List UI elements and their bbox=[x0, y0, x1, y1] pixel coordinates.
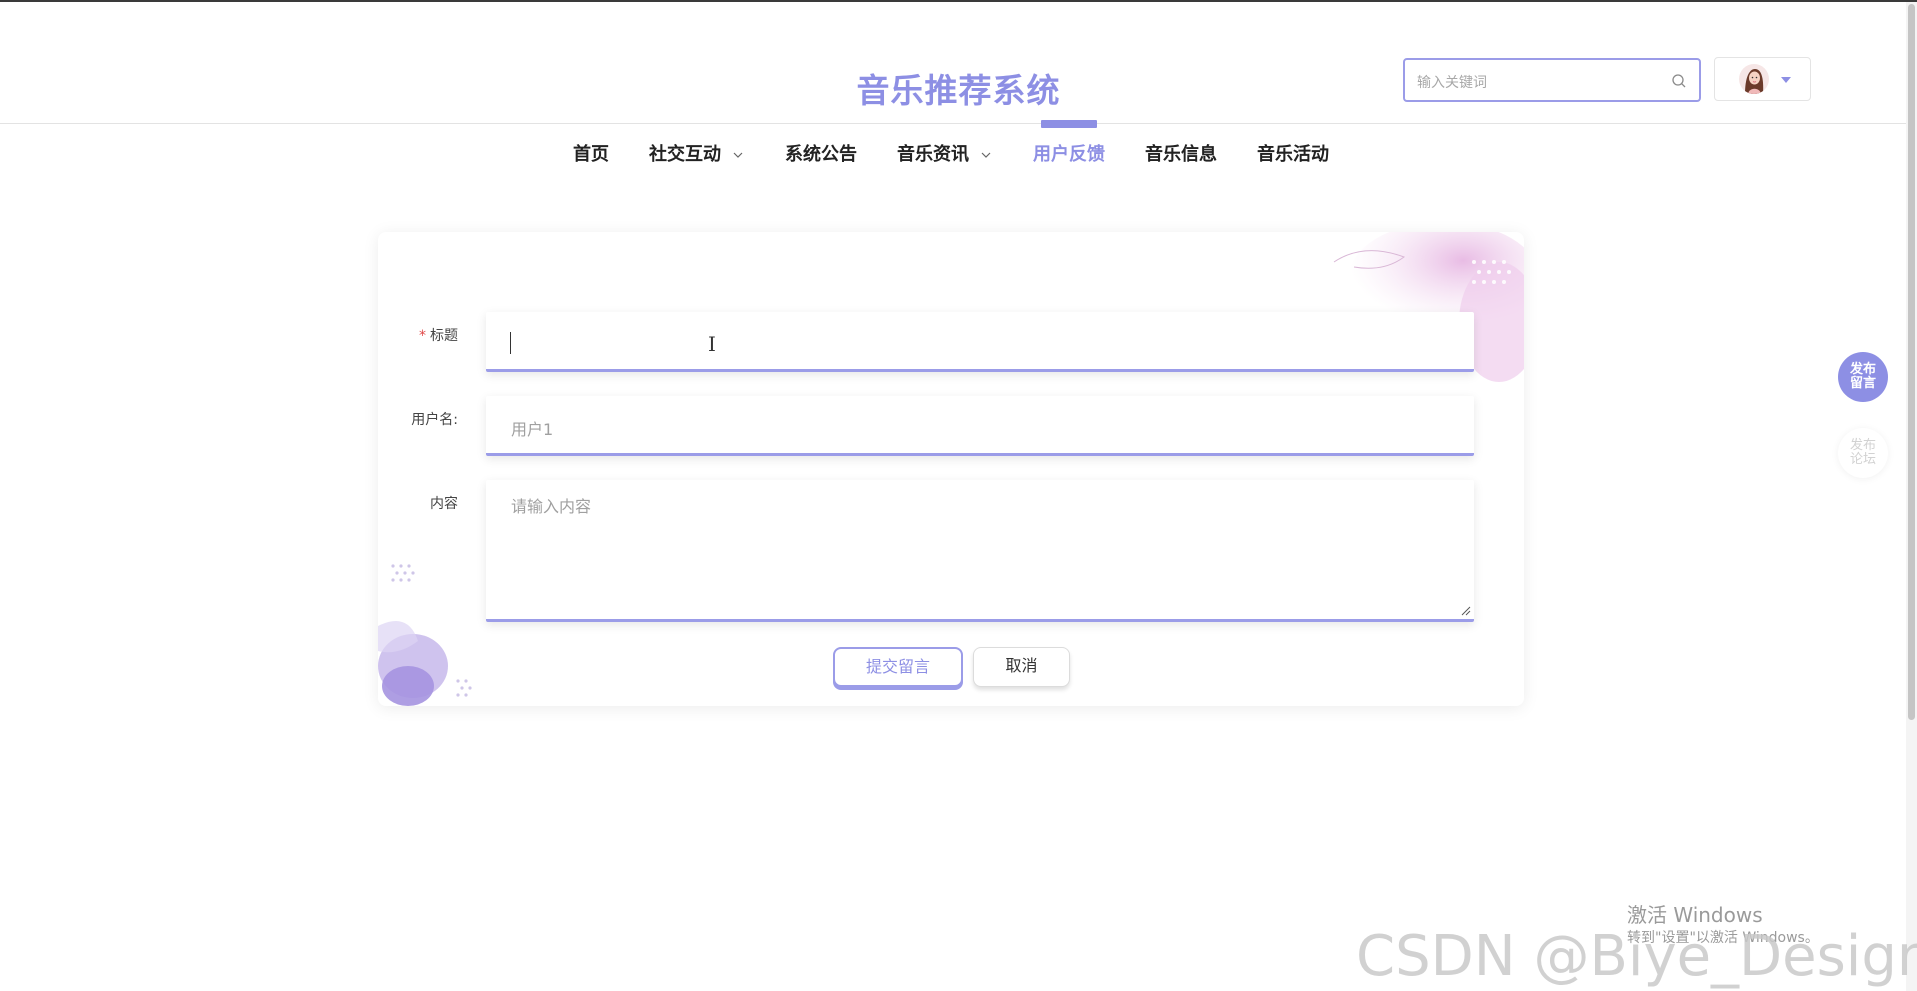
title-label-text: 标题 bbox=[430, 328, 458, 344]
nav-label: 社交互动 bbox=[649, 144, 721, 165]
resize-handle-icon[interactable] bbox=[1461, 606, 1471, 616]
title-input[interactable]: I bbox=[486, 312, 1474, 372]
text-cursor bbox=[510, 332, 511, 354]
i-beam-cursor-icon: I bbox=[708, 332, 716, 356]
username-field-value: 用户1 bbox=[511, 420, 554, 439]
watercolor-decoration bbox=[378, 564, 472, 706]
nav-item-music-info[interactable]: 音乐信息 bbox=[1145, 140, 1217, 166]
nav-item-music-news[interactable]: 音乐资讯 bbox=[897, 140, 991, 166]
nav-label: 系统公告 bbox=[785, 144, 857, 165]
cancel-button[interactable]: 取消 bbox=[973, 647, 1070, 687]
scrollbar-thumb[interactable] bbox=[1908, 4, 1915, 720]
search-input[interactable]: 输入关键词 bbox=[1417, 72, 1487, 92]
nav-label: 首页 bbox=[573, 144, 609, 165]
nav-label: 用户反馈 bbox=[1033, 144, 1105, 165]
search-icon[interactable] bbox=[1671, 73, 1687, 89]
username-field[interactable]: 用户1 bbox=[486, 396, 1474, 456]
chevron-down-icon bbox=[733, 152, 743, 158]
nav-label: 音乐活动 bbox=[1257, 144, 1329, 165]
header: 音乐推荐系统 输入关键词 bbox=[0, 2, 1906, 128]
nav-label: 音乐信息 bbox=[1145, 144, 1217, 165]
chevron-down-icon bbox=[981, 152, 991, 158]
main-nav: 首页 社交互动 系统公告 音乐资讯 用户反馈 音乐信息 音乐活动 bbox=[0, 140, 1917, 170]
user-menu[interactable] bbox=[1714, 57, 1811, 101]
content-label: 内容 bbox=[430, 496, 458, 512]
submit-button[interactable]: 提交留言 bbox=[833, 647, 963, 687]
post-forum-label: 发布论坛 bbox=[1849, 438, 1876, 467]
post-message-button[interactable]: 发布留言 bbox=[1838, 352, 1888, 402]
content-textarea[interactable]: 请输入内容 bbox=[486, 480, 1474, 622]
post-message-label: 发布留言 bbox=[1849, 362, 1876, 391]
nav-item-home[interactable]: 首页 bbox=[573, 140, 609, 166]
avatar[interactable] bbox=[1739, 64, 1769, 94]
active-nav-indicator bbox=[1041, 120, 1097, 128]
caret-down-icon[interactable] bbox=[1781, 77, 1791, 83]
nav-item-feedback[interactable]: 用户反馈 bbox=[1033, 140, 1105, 166]
nav-item-music-events[interactable]: 音乐活动 bbox=[1257, 140, 1329, 166]
title-label: * 标题 bbox=[378, 325, 458, 345]
search-box[interactable]: 输入关键词 bbox=[1403, 58, 1701, 102]
post-forum-button[interactable]: 发布论坛 bbox=[1838, 428, 1888, 478]
username-label: 用户名: bbox=[411, 412, 458, 428]
watermark: CSDN @Biye_Design bbox=[1356, 924, 1917, 989]
required-mark: * bbox=[419, 328, 426, 344]
nav-label: 音乐资讯 bbox=[897, 144, 969, 165]
feedback-form-card: * 标题 I 用户名: 用户1 内容 请输入内容 bbox=[378, 232, 1524, 706]
nav-item-announcements[interactable]: 系统公告 bbox=[785, 140, 857, 166]
content-placeholder: 请输入内容 bbox=[511, 497, 592, 516]
nav-item-social[interactable]: 社交互动 bbox=[649, 140, 743, 166]
